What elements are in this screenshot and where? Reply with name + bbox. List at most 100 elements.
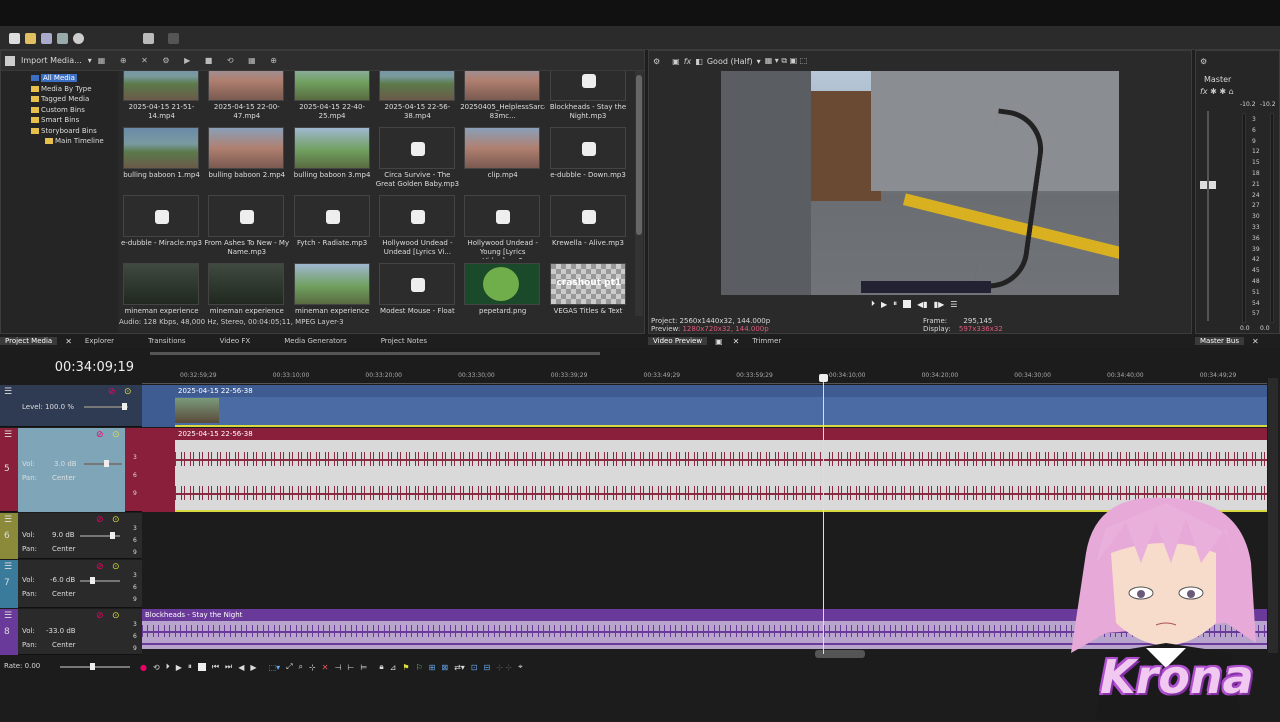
media-thumbnail[interactable]: Blockheads - Stay the Night.mp3 [546,71,631,125]
save-icon[interactable] [38,33,55,44]
new-project-icon[interactable] [6,33,23,44]
pause-icon[interactable]: ⏸ [893,299,897,309]
snap-icon[interactable]: ⊞ [429,663,436,672]
loop-icon[interactable]: ⟲ [153,663,160,672]
properties-icon[interactable] [70,33,87,44]
mute-icon[interactable]: ⊘ [96,562,104,572]
close-icon[interactable]: ✕ [63,337,74,346]
cd-marker-icon[interactable]: ⚐ [415,663,422,672]
menu-icon[interactable]: ☰ [4,515,12,525]
menu-icon[interactable]: ☰ [4,387,12,397]
media-thumbnail[interactable]: mineman experience [204,263,289,316]
go-start-icon[interactable]: ⏮ [212,662,219,672]
media-thumbnail[interactable]: Hollywood Undead - Young [Lyrics Video].… [460,195,545,261]
solo-icon[interactable]: ⊙ [112,430,120,440]
prev-frame-icon[interactable]: ◀▮ [917,300,928,309]
envelope-tool-icon[interactable]: ⤢ [286,662,292,672]
tab-video-fx[interactable]: Video FX [215,337,256,345]
volume-slider[interactable] [80,532,120,539]
trim-end-icon[interactable]: ⊢ [347,663,354,672]
media-thumbnail[interactable]: bulling baboon 1.mp4 [119,127,204,193]
media-thumbnail[interactable]: Modest Mouse - Float [375,263,460,316]
tab-trimmer[interactable]: Trimmer [747,337,786,345]
import-media-icon[interactable] [5,55,15,66]
tab-transitions[interactable]: Transitions [143,337,191,345]
time-ruler[interactable]: 00:32:59;29 00:33:10;00 00:33:20;00 00:33:3… [142,370,1267,384]
ripple-icon[interactable]: ⇄▾ [454,663,465,672]
video-clip-prev[interactable] [142,385,175,427]
timeline-v-scrollbar[interactable] [1268,378,1278,653]
media-thumbnail[interactable]: Hollywood Undead - Undead [Lyrics Vi... [375,195,460,261]
media-thumbnail[interactable]: Fytch - Radiate.mp3 [290,195,375,261]
marker-icon[interactable]: ⊿ [390,663,397,672]
media-thumbnail[interactable]: e-dubble - Miracle.mp3 [119,195,204,261]
bin-item[interactable]: Main Timeline [1,136,104,146]
track-header-7[interactable]: ☰ 7 Vol: -6.0 dB Pan: Center ⊘ ⊙ 3 6 9 [0,560,142,608]
trim-icon[interactable]: ⊨ [360,663,367,672]
play-icon[interactable]: ▶ [176,663,182,672]
split-screen-icon[interactable]: ◧ [695,57,703,66]
import-media-button[interactable]: Import Media... [21,56,82,65]
menu-icon[interactable]: ☰ [4,430,12,440]
delete-icon[interactable]: ✕ [322,663,329,672]
loop-icon[interactable]: ⏵ [871,299,875,309]
media-thumbnail[interactable]: 2025-04-15 22-40-25.mp4 [290,71,375,125]
save-as-icon[interactable] [54,33,71,44]
record-icon[interactable]: ● [140,663,147,672]
mute-icon[interactable]: ⊘ [96,515,104,525]
media-thumbnail[interactable]: Krewella - Alive.mp3 [546,195,631,261]
media-thumbnail[interactable]: Circa Survive - The Great Golden Baby.mp… [375,127,460,193]
bin-item[interactable]: All Media [1,73,77,83]
menu-icon[interactable]: ☰ [4,611,12,621]
lock-envelope-icon[interactable]: ⊡ [471,663,478,672]
go-end-icon[interactable]: ⏭ [225,662,232,672]
mute-icon[interactable]: ⊘ [108,387,116,397]
close-icon[interactable]: ✕ [731,337,742,346]
external-monitor-icon[interactable]: ▣ [672,57,680,66]
bin-item[interactable]: Media By Type [1,84,92,94]
media-thumbnail[interactable]: 2025-04-15 21-51-14.mp4 [119,71,204,125]
solo-icon[interactable]: ⊙ [112,611,120,621]
undo-icon[interactable] [140,33,157,44]
lock-icon[interactable]: 🔒︎ [379,662,383,672]
window-icon[interactable]: ▣ [713,337,725,346]
solo-icon[interactable]: ⊙ [112,562,120,572]
volume-slider[interactable] [84,460,122,467]
media-thumbnail[interactable]: pepetard.png [460,263,545,316]
playhead-cursor[interactable] [819,374,828,654]
tab-project-media[interactable]: Project Media [0,337,58,345]
volume-slider[interactable] [80,577,120,584]
open-icon[interactable] [22,33,39,44]
timeline-overview-bar[interactable] [150,352,600,355]
bin-item[interactable]: Smart Bins [1,115,79,125]
redo-icon[interactable] [165,33,182,44]
trim-start-icon[interactable]: ⊣ [334,663,341,672]
fx-icon[interactable]: fx [684,57,692,66]
cursor-icon[interactable]: ⌖ [518,662,523,672]
split-icon[interactable]: ⊹ [309,663,316,672]
ignore-grouping-icon[interactable]: ⊟ [483,663,490,672]
mute-icon[interactable]: ⊘ [96,611,104,621]
media-thumbnail[interactable]: mineman experience [290,263,375,316]
media-scrollbar[interactable] [635,71,643,316]
next-frame-icon[interactable]: ▶ [250,663,256,672]
region-icon[interactable]: ⚑ [402,663,409,672]
media-thumbnail[interactable]: 2025-04-15 22-56-38.mp4 [375,71,460,125]
media-thumbnail[interactable]: bulling baboon 3.mp4 [290,127,375,193]
media-thumbnail[interactable]: mineman experience [119,263,204,316]
close-icon[interactable]: ✕ [1250,337,1261,346]
track-header-8[interactable]: ☰ 8 Vol: -33.0 dB Pan: Center ⊘ ⊙ 3 6 9 [0,609,142,655]
track-header-video[interactable]: ☰ Level: 100.0 % ⊘ ⊙ [0,385,142,427]
level-slider[interactable] [84,403,128,410]
stop-icon[interactable] [903,300,912,308]
chevron-down-icon[interactable]: ▾ [757,57,761,66]
quality-select[interactable]: Good (Half) [707,57,753,66]
auto-crossfade-icon[interactable]: ⊠ [441,663,448,672]
stop-icon[interactable] [197,663,206,671]
tab-video-preview[interactable]: Video Preview [648,337,708,345]
pause-icon[interactable]: ⏸ [188,662,192,672]
tab-project-notes[interactable]: Project Notes [376,337,432,345]
media-thumbnail[interactable]: crashout pt1 VEGAS Titles & Text [546,263,631,316]
zoom-tool-icon[interactable]: ⌕ [299,662,303,672]
media-thumbnail[interactable]: 2025-04-15 22-00-47.mp4 [204,71,289,125]
